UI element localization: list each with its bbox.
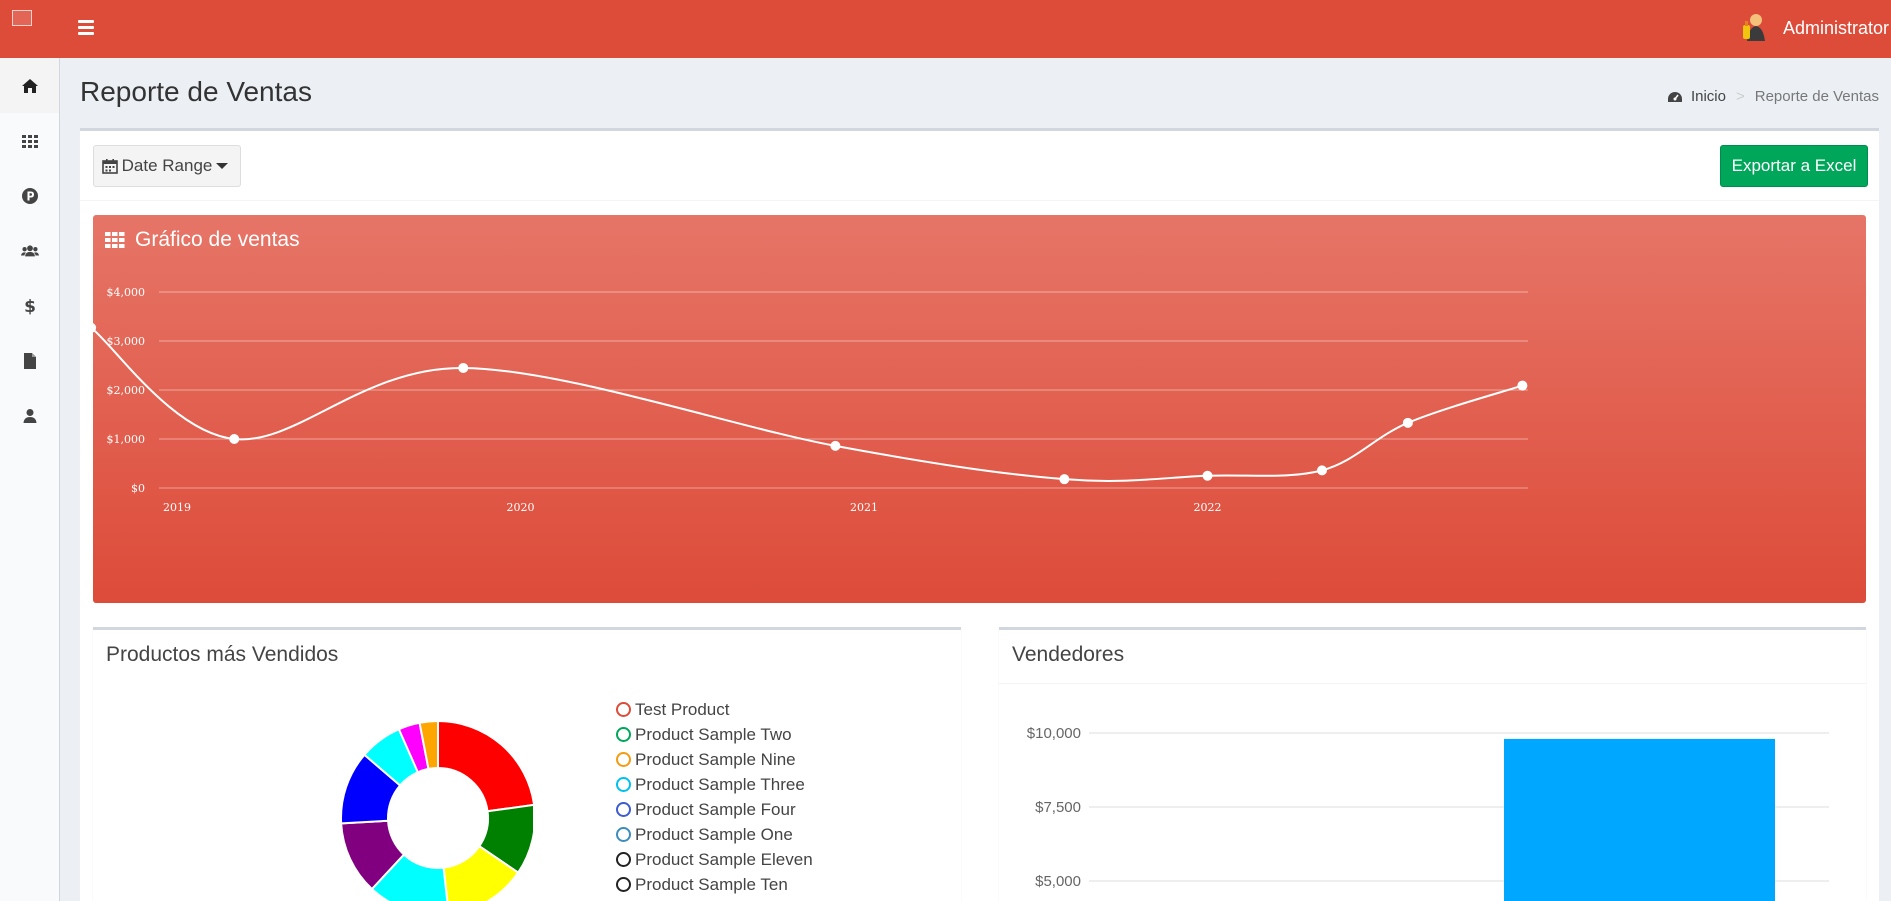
sidebar-item-reports[interactable] xyxy=(0,333,60,388)
y-tick-label: $5,000 xyxy=(1035,873,1081,890)
legend-swatch xyxy=(616,852,631,867)
sidebar-item-home[interactable] xyxy=(0,58,60,113)
sales-data-point[interactable] xyxy=(1517,380,1528,391)
y-tick-label: $4,000 xyxy=(107,286,146,299)
donut-slice[interactable] xyxy=(437,719,533,813)
top-products-title: Productos más Vendidos xyxy=(106,643,339,666)
date-range-label: Date Range xyxy=(121,156,213,175)
legend-swatch xyxy=(616,802,631,817)
sidebar-toggle-button[interactable] xyxy=(78,17,100,37)
menu-bar-icon xyxy=(78,26,94,29)
sales-chart-box: $0 $1,000 $2,000 $3,000 $4,000 2019 2020 2021 20… xyxy=(93,215,1866,603)
y-tick-label: $1,000 xyxy=(107,433,146,446)
caret-down-icon xyxy=(216,163,229,169)
sidebar-item-sales[interactable]: $ xyxy=(0,278,60,333)
report-toolbar: Date Range Exportar a Excel xyxy=(80,131,1879,201)
sidebar-item-users[interactable] xyxy=(0,388,60,443)
legend-label: Test Product xyxy=(635,699,730,719)
date-range-button[interactable]: Date Range xyxy=(93,145,241,187)
menu-bar-icon xyxy=(78,32,94,35)
legend-item[interactable]: Product Sample Two xyxy=(616,722,813,747)
legend-item[interactable]: Product Sample Nine xyxy=(616,747,813,772)
content-header: Reporte de Ventas Inicio > Reporte de Ve… xyxy=(60,58,1891,128)
sellers-title: Vendedores xyxy=(1012,643,1125,666)
legend-item[interactable]: Test Product xyxy=(616,697,813,722)
page-title: Reporte de Ventas xyxy=(80,76,312,107)
x-tick-label: 2020 xyxy=(507,501,535,514)
legend-label: Product Sample One xyxy=(635,824,793,844)
sales-line-chart: $0 $1,000 $2,000 $3,000 $4,000 2019 2020 2021 20… xyxy=(93,286,1528,514)
report-box: Date Range Exportar a Excel $0 $1,000 $2,0… xyxy=(80,128,1879,901)
x-tick-label: 2019 xyxy=(163,501,191,514)
y-tick-label: $7,500 xyxy=(1035,799,1081,816)
sellers-bar-chart: $10,000 $7,500 $5,000 xyxy=(1027,725,1829,901)
calendar-icon xyxy=(101,159,118,174)
sales-data-point[interactable] xyxy=(1317,465,1327,476)
top-products-legend: Test Product Product Sample Two Product Sa… xyxy=(616,697,813,897)
legend-swatch xyxy=(616,702,631,717)
logo-image[interactable] xyxy=(12,10,32,26)
sales-chart-header: Gráfico de ventas xyxy=(105,225,300,255)
legend-label: Product Sample Four xyxy=(635,799,796,819)
sales-data-point[interactable] xyxy=(830,440,841,451)
legend-swatch xyxy=(616,827,631,842)
breadcrumb-separator: > xyxy=(1735,88,1745,105)
sales-data-point[interactable] xyxy=(229,434,240,444)
breadcrumb: Inicio > Reporte de Ventas xyxy=(1667,88,1879,105)
sidebar-item-customers[interactable] xyxy=(0,223,60,278)
user-icon xyxy=(23,408,37,423)
legend-item[interactable]: Product Sample Four xyxy=(616,797,813,822)
legend-label: Product Sample Three xyxy=(635,774,805,794)
y-tick-label: $2,000 xyxy=(107,384,146,397)
top-products-donut-chart xyxy=(340,719,533,901)
top-navbar: Administrator xyxy=(0,0,1891,58)
export-excel-button[interactable]: Exportar a Excel xyxy=(1720,145,1868,187)
sales-chart-title: Gráfico de ventas xyxy=(135,228,300,251)
breadcrumb-current: Reporte de Ventas xyxy=(1754,88,1879,105)
sidebar-item-products[interactable] xyxy=(0,168,60,223)
legend-item[interactable]: Product Sample One xyxy=(616,822,813,847)
sales-data-point[interactable] xyxy=(1202,470,1213,481)
grid-icon xyxy=(105,232,125,248)
dashboard-icon xyxy=(1667,91,1682,102)
home-icon xyxy=(21,78,38,93)
sales-data-point[interactable] xyxy=(1059,474,1070,485)
top-products-box: Productos más Vendidos Test Product Produ… xyxy=(93,627,961,901)
user-menu[interactable]: Administrator xyxy=(1739,8,1889,48)
legend-item[interactable]: Product Sample Ten xyxy=(616,872,813,897)
y-tick-label: $3,000 xyxy=(107,335,146,348)
legend-label: Product Sample Ten xyxy=(635,874,788,894)
product-p-icon xyxy=(22,187,38,204)
seller-bar[interactable] xyxy=(1504,738,1775,901)
legend-label: Product Sample Eleven xyxy=(635,849,813,869)
sidebar: $ xyxy=(0,58,60,901)
file-icon xyxy=(24,352,36,369)
breadcrumb-home-link[interactable]: Inicio xyxy=(1691,88,1726,105)
legend-item[interactable]: Product Sample Three xyxy=(616,772,813,797)
legend-swatch xyxy=(616,752,631,767)
legend-swatch xyxy=(616,877,631,892)
grid-icon xyxy=(22,134,38,148)
x-tick-label: 2022 xyxy=(1194,501,1222,514)
user-avatar-icon xyxy=(1742,14,1765,41)
legend-label: Product Sample Two xyxy=(635,724,792,744)
y-tick-label: $10,000 xyxy=(1027,725,1081,742)
y-tick-label: $0 xyxy=(131,482,145,495)
sales-data-point[interactable] xyxy=(1402,417,1413,428)
sales-series-line xyxy=(93,328,1523,482)
legend-swatch xyxy=(616,727,631,742)
sales-data-point[interactable] xyxy=(458,362,469,373)
sidebar-item-dashboard[interactable] xyxy=(0,113,60,168)
x-tick-label: 2021 xyxy=(850,501,878,514)
legend-item[interactable]: Product Sample Eleven xyxy=(616,847,813,872)
svg-text:$: $ xyxy=(24,297,36,315)
users-icon xyxy=(21,244,39,256)
menu-bar-icon xyxy=(78,20,94,23)
user-name: Administrator xyxy=(1782,17,1889,38)
legend-swatch xyxy=(616,777,631,792)
dollar-icon: $ xyxy=(24,297,36,315)
sellers-box: Vendedores $10,000 $7,500 $5,000 xyxy=(999,627,1866,901)
legend-label: Product Sample Nine xyxy=(635,749,796,769)
